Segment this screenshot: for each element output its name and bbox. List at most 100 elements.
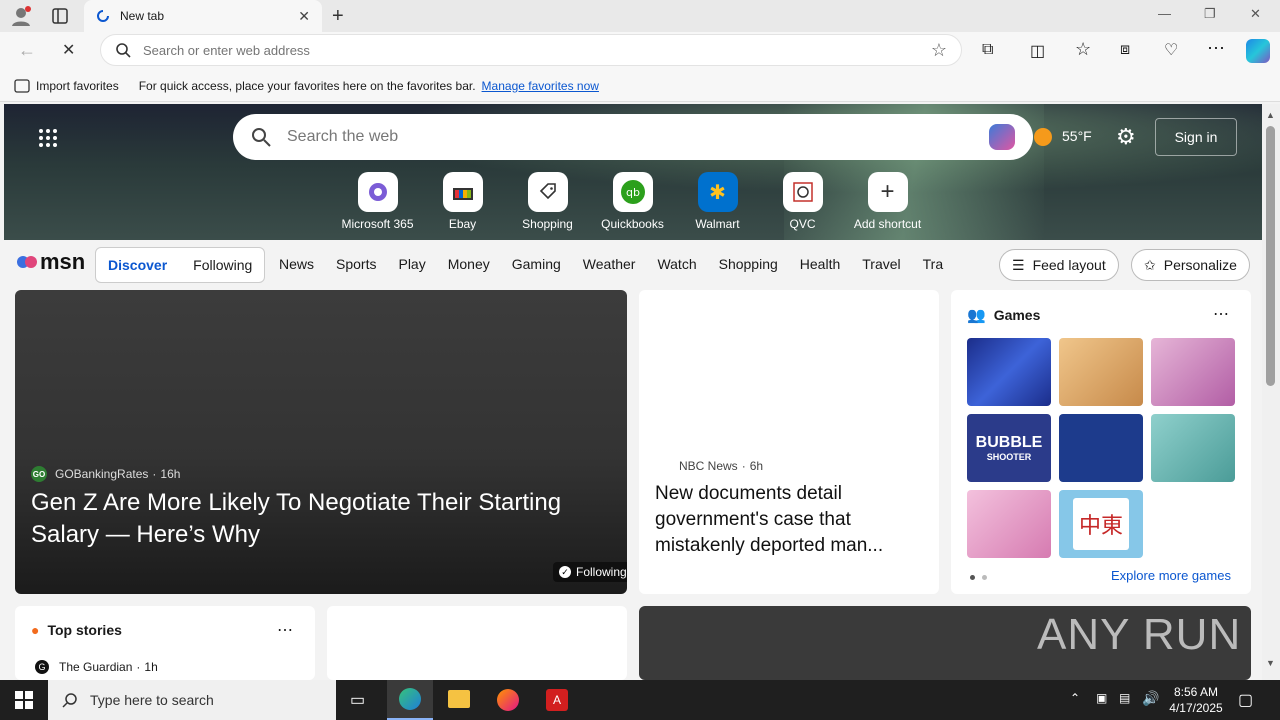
tab-new-tab[interactable]: New tab ✕ bbox=[84, 0, 322, 32]
split-screen-icon[interactable]: ◫ bbox=[1030, 41, 1045, 61]
game-tile-7[interactable] bbox=[967, 490, 1051, 558]
tab-discover[interactable]: Discover bbox=[108, 257, 167, 273]
shortcut-quickbooks[interactable]: qb Quickbooks bbox=[590, 172, 675, 231]
copilot-icon[interactable] bbox=[1246, 39, 1270, 63]
web-search-box[interactable]: Search the web bbox=[233, 114, 1033, 160]
nav-gaming[interactable]: Gaming bbox=[512, 256, 561, 272]
firefox-icon[interactable] bbox=[497, 689, 519, 711]
close-window-button[interactable]: ✕ bbox=[1250, 6, 1261, 22]
tray-chevron-icon[interactable]: ⌃ bbox=[1070, 691, 1080, 705]
nav-news[interactable]: News bbox=[279, 256, 314, 272]
more-menu-icon[interactable]: ⋯ bbox=[1207, 38, 1225, 59]
weather-icon[interactable] bbox=[1034, 128, 1052, 146]
feed-layout-button[interactable]: ☰ Feed layout bbox=[999, 249, 1119, 281]
game-tile-blocks[interactable] bbox=[1059, 414, 1143, 482]
apps-launcher-icon[interactable] bbox=[38, 128, 58, 148]
volume-icon[interactable]: 🔊 bbox=[1142, 690, 1159, 707]
shortcut-ebay[interactable]: Ebay bbox=[420, 172, 505, 231]
carousel-dot-active[interactable] bbox=[970, 575, 975, 580]
msn-logo[interactable]: msn bbox=[16, 249, 85, 275]
notifications-icon[interactable]: ▢ bbox=[1238, 690, 1253, 710]
weather-temp[interactable]: 55°F bbox=[1062, 128, 1092, 144]
file-explorer-icon[interactable] bbox=[448, 690, 470, 708]
minimize-button[interactable]: — bbox=[1158, 6, 1171, 21]
shortcut-microsoft-365[interactable]: Microsoft 365 bbox=[335, 172, 420, 231]
game-tile-3[interactable] bbox=[1151, 338, 1235, 406]
windows-start-icon[interactable] bbox=[15, 691, 33, 709]
clock[interactable]: 8:56 AM 4/17/2025 bbox=[1166, 684, 1226, 716]
guardian-logo-icon: G bbox=[35, 660, 49, 674]
more-options-icon[interactable]: ⋯ bbox=[1213, 304, 1229, 324]
game-tile-2[interactable] bbox=[1059, 338, 1143, 406]
shortcut-shopping[interactable]: Shopping bbox=[505, 172, 590, 231]
main-story-headline[interactable]: Gen Z Are More Likely To Negotiate Their… bbox=[31, 487, 601, 551]
collections-icon[interactable]: ⧈ bbox=[1120, 41, 1130, 59]
tab-following[interactable]: Following bbox=[193, 257, 252, 273]
shortcut-qvc[interactable]: QVC bbox=[760, 172, 845, 231]
task-view-icon[interactable]: ▭ bbox=[350, 690, 365, 710]
anyrun-watermark: ANY RUN bbox=[1037, 610, 1241, 660]
nbc-story-card[interactable]: NBC News · 6h New documents detail gover… bbox=[639, 290, 939, 594]
taskbar-edge[interactable] bbox=[387, 680, 433, 720]
scroll-down-icon[interactable]: ▼ bbox=[1266, 658, 1275, 668]
video-story-card[interactable]: ANY RUN bbox=[639, 606, 1251, 680]
more-options-icon[interactable]: ⋯ bbox=[277, 620, 293, 640]
extensions-icon[interactable]: ⧉ bbox=[982, 41, 993, 59]
personalize-label: Personalize bbox=[1163, 257, 1237, 273]
game-tile-6[interactable] bbox=[1151, 414, 1235, 482]
nav-weather[interactable]: Weather bbox=[583, 256, 636, 272]
shortcut-walmart[interactable]: ✱ Walmart bbox=[675, 172, 760, 231]
sign-in-button[interactable]: Sign in bbox=[1155, 118, 1237, 156]
personalize-button[interactable]: ✩ Personalize bbox=[1131, 249, 1250, 281]
vertical-scrollbar[interactable]: ▲ ▼ bbox=[1262, 104, 1280, 680]
nav-money[interactable]: Money bbox=[448, 256, 490, 272]
new-tab-button[interactable]: + bbox=[332, 5, 344, 28]
back-icon[interactable]: ← bbox=[18, 40, 36, 61]
stop-loading-icon[interactable]: ✕ bbox=[62, 40, 75, 60]
shortcut-label: Microsoft 365 bbox=[341, 217, 414, 231]
browser-essentials-icon[interactable]: ♡ bbox=[1164, 40, 1178, 60]
network-icon[interactable]: ▤ bbox=[1119, 691, 1130, 705]
game-tile-1[interactable] bbox=[967, 338, 1051, 406]
import-favorites-button[interactable]: Import favorites bbox=[36, 79, 119, 93]
nav-watch[interactable]: Watch bbox=[657, 256, 696, 272]
title-bar: New tab ✕ + — ❐ ✕ bbox=[0, 0, 1280, 32]
import-favorites-icon[interactable] bbox=[14, 78, 30, 93]
settings-icon[interactable]: ⚙ bbox=[1116, 124, 1136, 150]
manage-favorites-link[interactable]: Manage favorites now bbox=[482, 79, 599, 93]
story-card-placeholder[interactable] bbox=[327, 606, 627, 680]
scroll-up-icon[interactable]: ▲ bbox=[1266, 110, 1275, 120]
mahjong-label: 中東 bbox=[1072, 498, 1129, 550]
add-shortcut-button[interactable]: + Add shortcut bbox=[845, 172, 930, 231]
acrobat-icon[interactable]: A bbox=[546, 689, 568, 711]
nbc-story-headline[interactable]: New documents detail government's case t… bbox=[655, 481, 925, 559]
address-bar[interactable]: ☆ bbox=[100, 34, 962, 66]
following-badge[interactable]: ✓ Following bbox=[553, 562, 627, 582]
carousel-dot[interactable] bbox=[982, 575, 987, 580]
game-tile-bubble-shooter[interactable]: BUBBLE SHOOTER bbox=[967, 414, 1051, 482]
nav-traffic[interactable]: Tra bbox=[923, 256, 943, 272]
nav-play[interactable]: Play bbox=[398, 256, 425, 272]
msn-nav-bar: msn Discover Following News Sports Play … bbox=[0, 240, 1262, 290]
taskbar-search[interactable]: Type here to search bbox=[48, 680, 336, 720]
favorite-star-icon[interactable]: ☆ bbox=[931, 40, 947, 61]
nav-health[interactable]: Health bbox=[800, 256, 840, 272]
close-tab-icon[interactable]: ✕ bbox=[298, 8, 310, 25]
nav-shopping[interactable]: Shopping bbox=[719, 256, 778, 272]
scrollbar-thumb[interactable] bbox=[1266, 126, 1275, 386]
explore-more-games-link[interactable]: Explore more games bbox=[1111, 568, 1231, 583]
game-tile-mahjong[interactable]: 中東 bbox=[1059, 490, 1143, 558]
web-search-placeholder: Search the web bbox=[287, 128, 399, 145]
shortcut-label: Ebay bbox=[448, 217, 477, 231]
copilot-search-icon[interactable] bbox=[989, 124, 1015, 150]
main-story-card[interactable]: GO GOBankingRates · 16h Gen Z Are More L… bbox=[15, 290, 627, 594]
address-input[interactable] bbox=[143, 42, 931, 58]
profile-icon[interactable] bbox=[10, 5, 32, 27]
tray-app-icon[interactable]: ▣ bbox=[1096, 691, 1107, 705]
restore-button[interactable]: ❐ bbox=[1204, 6, 1216, 22]
tab-actions-icon[interactable] bbox=[52, 8, 68, 24]
nav-sports[interactable]: Sports bbox=[336, 256, 376, 272]
nav-travel[interactable]: Travel bbox=[862, 256, 900, 272]
favorites-icon[interactable]: ☆ bbox=[1075, 39, 1091, 60]
games-people-icon: 👥 bbox=[967, 307, 986, 324]
